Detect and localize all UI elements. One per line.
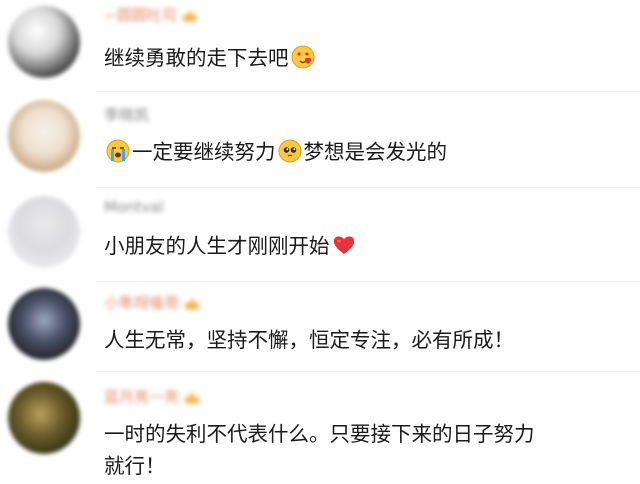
comment-item: 蓝月亮一亮 一时的失利不代表什么。只要接下来的日子努力 就行！ xyxy=(0,372,640,484)
comment-text-line: 就行！ xyxy=(104,454,166,478)
comment-text-part: 小朋友的人生才刚刚开始 xyxy=(104,234,330,258)
avatar[interactable] xyxy=(8,196,80,268)
username[interactable]: 李晓凯 xyxy=(104,104,149,125)
comment-item: Montval 小朋友的人生才刚刚开始 xyxy=(0,188,640,282)
pleading-face-emoji-icon xyxy=(278,139,302,163)
comment-text-line: 一时的失利不代表什么。只要接下来的日子努力 xyxy=(104,422,535,446)
crown-badge-icon xyxy=(182,9,197,22)
crown-badge-icon xyxy=(185,297,200,310)
comment-text-part: 继续勇敢的走下去吧 xyxy=(104,46,289,70)
username-text[interactable]: 小隼呀嗑哥 xyxy=(104,294,179,312)
username-text[interactable]: Montval xyxy=(104,198,164,216)
comment-text: 人生无常，坚持不懈，恒定专注，必有所成！ xyxy=(104,324,514,356)
comment-text-part: 一定要继续努力 xyxy=(132,140,276,164)
red-heart-emoji-icon xyxy=(332,233,356,257)
comment-item: 李晓凯 一定要继续努力 梦想是会发光的 xyxy=(0,92,640,188)
crown-badge-icon xyxy=(185,391,200,404)
username-text[interactable]: 蓝月亮一亮 xyxy=(104,388,179,406)
loudly-crying-emoji-icon xyxy=(106,139,130,163)
username-text[interactable]: ~圆圆吐司 xyxy=(104,6,177,24)
comment-text: 一时的失利不代表什么。只要接下来的日子努力 就行！ xyxy=(104,418,535,482)
comment-text: 一定要继续努力 梦想是会发光的 xyxy=(104,136,447,168)
username[interactable]: 蓝月亮一亮 xyxy=(104,386,200,407)
username-text[interactable]: 李晓凯 xyxy=(104,106,149,124)
comment-text-part: 人生无常，坚持不懈，恒定专注，必有所成！ xyxy=(104,328,514,352)
comment-text: 继续勇敢的走下去吧 xyxy=(104,42,317,74)
avatar[interactable] xyxy=(8,288,80,360)
username[interactable]: 小隼呀嗑哥 xyxy=(104,292,200,313)
username[interactable]: ~圆圆吐司 xyxy=(104,4,197,25)
comment-text: 小朋友的人生才刚刚开始 xyxy=(104,230,358,262)
avatar[interactable] xyxy=(8,100,80,172)
comment-list: ~圆圆吐司 继续勇敢的走下去吧 李晓凯 一定要继续努力 梦想是会发光的 Montv… xyxy=(0,0,640,484)
comment-text-part: 梦想是会发光的 xyxy=(303,140,448,164)
avatar[interactable] xyxy=(8,382,80,454)
comment-item: 小隼呀嗑哥 人生无常，坚持不懈，恒定专注，必有所成！ xyxy=(0,282,640,372)
heart-eyes-blowing-kiss-emoji-icon xyxy=(291,45,315,69)
username[interactable]: Montval xyxy=(104,198,164,216)
comment-item: ~圆圆吐司 继续勇敢的走下去吧 xyxy=(0,0,640,92)
avatar[interactable] xyxy=(8,6,80,78)
